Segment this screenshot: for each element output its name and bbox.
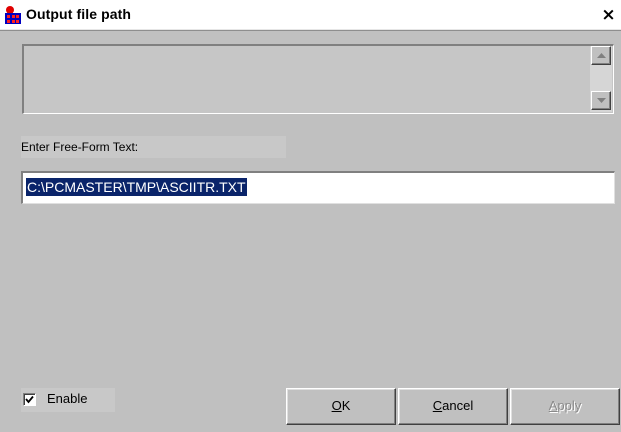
cancel-mnemonic: C — [432, 398, 443, 413]
scroll-up-icon — [597, 53, 606, 58]
app-icon — [5, 6, 21, 24]
checkmark-icon — [25, 395, 34, 404]
enable-label: Enable — [47, 391, 88, 406]
free-form-text-input[interactable]: C:\PCMASTER\TMP\ASCIITR.TXT — [21, 171, 615, 204]
vertical-scrollbar[interactable] — [590, 46, 612, 112]
close-icon[interactable]: × — [600, 7, 617, 24]
scroll-down-icon — [597, 98, 606, 103]
cancel-button[interactable]: Cancel — [398, 388, 508, 425]
apply-button[interactable]: Apply — [510, 388, 620, 425]
cancel-label-rest: ancel — [442, 398, 474, 413]
enable-checkbox-group[interactable]: Enable — [21, 388, 115, 412]
ok-mnemonic: O — [331, 398, 342, 413]
enable-checkbox[interactable] — [23, 393, 36, 406]
ok-button[interactable]: OK — [286, 388, 396, 425]
title-bar: Output file path × — [0, 0, 621, 30]
scroll-down-button[interactable] — [591, 91, 611, 110]
message-area — [22, 44, 614, 114]
ok-label-rest: K — [341, 398, 351, 413]
apply-label-rest: pply — [557, 398, 582, 413]
scroll-track[interactable] — [591, 65, 611, 91]
window-title: Output file path — [26, 6, 132, 22]
scroll-up-button[interactable] — [591, 46, 611, 65]
input-selected-text[interactable]: C:\PCMASTER\TMP\ASCIITR.TXT — [26, 178, 247, 196]
free-form-text-label: Enter Free-Form Text: — [21, 136, 286, 158]
